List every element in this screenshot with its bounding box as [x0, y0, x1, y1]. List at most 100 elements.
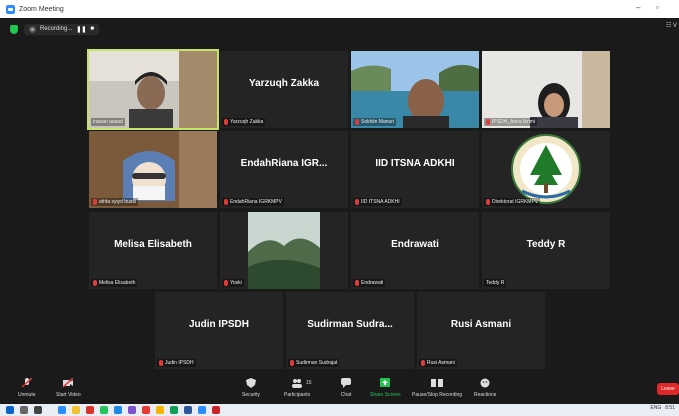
task-view-icon[interactable]	[34, 406, 42, 414]
maximize-icon[interactable]: ▫	[656, 3, 659, 12]
muted-mic-icon	[486, 119, 490, 125]
muted-mic-icon	[93, 199, 97, 205]
participant-name: Endrawati	[361, 280, 384, 286]
muted-mic-icon	[355, 280, 359, 286]
pause-recording-icon[interactable]: ❚❚	[76, 26, 86, 33]
participant-display-name: Judin IPSDH	[188, 319, 249, 330]
participant-tile[interactable]: Yoski	[220, 212, 348, 289]
participant-tile[interactable]: IPSDH_Anna Ikrimi	[482, 51, 610, 128]
participants-label: Participants	[284, 392, 311, 398]
participant-tile[interactable]: Endrawati Endrawati	[351, 212, 479, 289]
reactions-label: Reactions	[474, 392, 497, 398]
participant-name: Teddy R	[486, 280, 505, 286]
muted-mic-icon	[93, 280, 97, 286]
participant-label: Teddy R	[484, 279, 507, 287]
clock[interactable]: 8:51	[665, 405, 675, 411]
recording-indicator: Recording... ❚❚ ■	[24, 23, 100, 35]
participant-display-name: Yarzuqh Zakka	[248, 78, 320, 89]
windows-taskbar: ENG 8:51	[0, 404, 679, 416]
participant-tile[interactable]: Direktorat IGRKMPV	[482, 131, 610, 208]
participant-tile[interactable]: Melisa Elisabeth Melisa Elisabeth	[89, 212, 217, 289]
windows-start-icon[interactable]	[6, 406, 14, 414]
participant-name: Direktorat IGRKMPV	[492, 199, 539, 205]
language-indicator[interactable]: ENG	[650, 405, 661, 411]
participant-count: 15	[306, 380, 312, 386]
search-icon[interactable]	[20, 406, 28, 414]
participant-tile[interactable]: Sudirman Sudra... Sudirman Sudrajat	[286, 292, 414, 369]
participant-video	[351, 51, 479, 128]
recording-dot-icon	[29, 25, 36, 33]
reactions-icon	[480, 378, 490, 388]
participant-name: EndahRiana IGRKMPV	[230, 199, 282, 205]
participant-video	[89, 51, 217, 128]
app-icon[interactable]	[170, 406, 178, 414]
app-icon[interactable]	[212, 406, 220, 414]
participant-label: IID ITSNA ADKHI	[353, 198, 402, 206]
recording-bar: Recording... ❚❚ ■	[10, 22, 100, 36]
telegram-icon[interactable]	[114, 406, 122, 414]
share-screen-button[interactable]: Share Screen	[370, 378, 401, 398]
participant-tile[interactable]: Rusi Asmani Rusi Asmani	[417, 292, 545, 369]
participant-tile[interactable]: afrita syiyd bussi	[89, 131, 217, 208]
system-tray: ENG 8:51	[650, 405, 675, 411]
chat-icon	[341, 378, 351, 388]
participant-label: Rusi Asmani	[419, 359, 457, 367]
muted-mic-icon	[290, 360, 294, 366]
start-video-button[interactable]: Start Video	[56, 378, 81, 398]
unmute-label: Unmute	[18, 392, 36, 398]
ministry-logo-icon	[482, 131, 610, 208]
reactions-button[interactable]: Reactions	[474, 378, 496, 398]
participant-name: Yarzuqh Zakka	[230, 119, 264, 125]
encryption-shield-icon	[10, 24, 18, 34]
word-icon[interactable]	[184, 406, 192, 414]
participant-name: IPSDH_Anna Ikrimi	[492, 119, 536, 125]
video-off-icon	[62, 378, 74, 388]
zoom-app-icon[interactable]	[58, 406, 66, 414]
participant-tile[interactable]: irawan asaad	[87, 49, 219, 130]
muted-mic-icon	[224, 280, 228, 286]
participant-tile[interactable]: Teddy R Teddy R	[482, 212, 610, 289]
muted-mic-icon	[355, 199, 359, 205]
participant-display-name: Sudirman Sudra...	[307, 319, 393, 330]
meeting-toolbar: Unmute Start Video Security Participants…	[0, 374, 679, 404]
chrome-icon[interactable]	[142, 406, 150, 414]
whatsapp-icon[interactable]	[100, 406, 108, 414]
muted-mic-icon	[224, 119, 228, 125]
app-icon[interactable]	[128, 406, 136, 414]
muted-mic-icon	[224, 199, 228, 205]
pause-stop-icon	[431, 379, 444, 387]
app-icon[interactable]	[86, 406, 94, 414]
participant-label: Yarzuqh Zakka	[222, 118, 266, 126]
participant-tile[interactable]: Yarzuqh Zakka Yarzuqh Zakka	[220, 51, 348, 128]
participant-display-name: EndahRiana IGR...	[240, 158, 328, 169]
participant-name: Rusi Asmani	[427, 360, 455, 366]
muted-mic-icon	[486, 199, 490, 205]
leave-button[interactable]: Leave	[657, 383, 679, 395]
participant-tile[interactable]: Sokhlin Manuri	[351, 51, 479, 128]
participant-tile[interactable]: EndahRiana IGR... EndahRiana IGRKMPV	[220, 131, 348, 208]
participant-name: Melisa Elisabeth	[99, 280, 136, 286]
minimize-icon[interactable]: –	[636, 3, 640, 12]
zoom-app-icon[interactable]	[198, 406, 206, 414]
pause-stop-recording-button[interactable]: Pause/Stop Recording	[412, 378, 462, 398]
start-video-label: Start Video	[56, 392, 81, 398]
app-icon[interactable]	[156, 406, 164, 414]
chat-button[interactable]: Chat	[340, 378, 352, 398]
participant-video	[89, 131, 217, 208]
muted-mic-icon	[355, 119, 359, 125]
participant-name: Yoski	[230, 280, 242, 286]
stop-recording-icon[interactable]: ■	[90, 26, 94, 32]
participant-tile[interactable]: IID ITSNA ADKHI IID ITSNA ADKHI	[351, 131, 479, 208]
recording-label: Recording...	[40, 26, 73, 32]
file-explorer-icon[interactable]	[72, 406, 80, 414]
unmute-button[interactable]: Unmute	[18, 378, 36, 398]
share-screen-label: Share Screen	[370, 392, 401, 398]
view-grid-icon[interactable]: ☷ V	[666, 22, 677, 29]
zoom-logo-icon	[6, 4, 15, 14]
shield-icon	[246, 378, 257, 388]
muted-mic-icon	[159, 360, 163, 366]
participant-label: Melisa Elisabeth	[91, 279, 138, 287]
participant-display-name: Melisa Elisabeth	[114, 239, 192, 250]
security-button[interactable]: Security	[242, 378, 260, 398]
participant-tile[interactable]: Judin IPSDH Judin IPSDH	[155, 292, 283, 369]
